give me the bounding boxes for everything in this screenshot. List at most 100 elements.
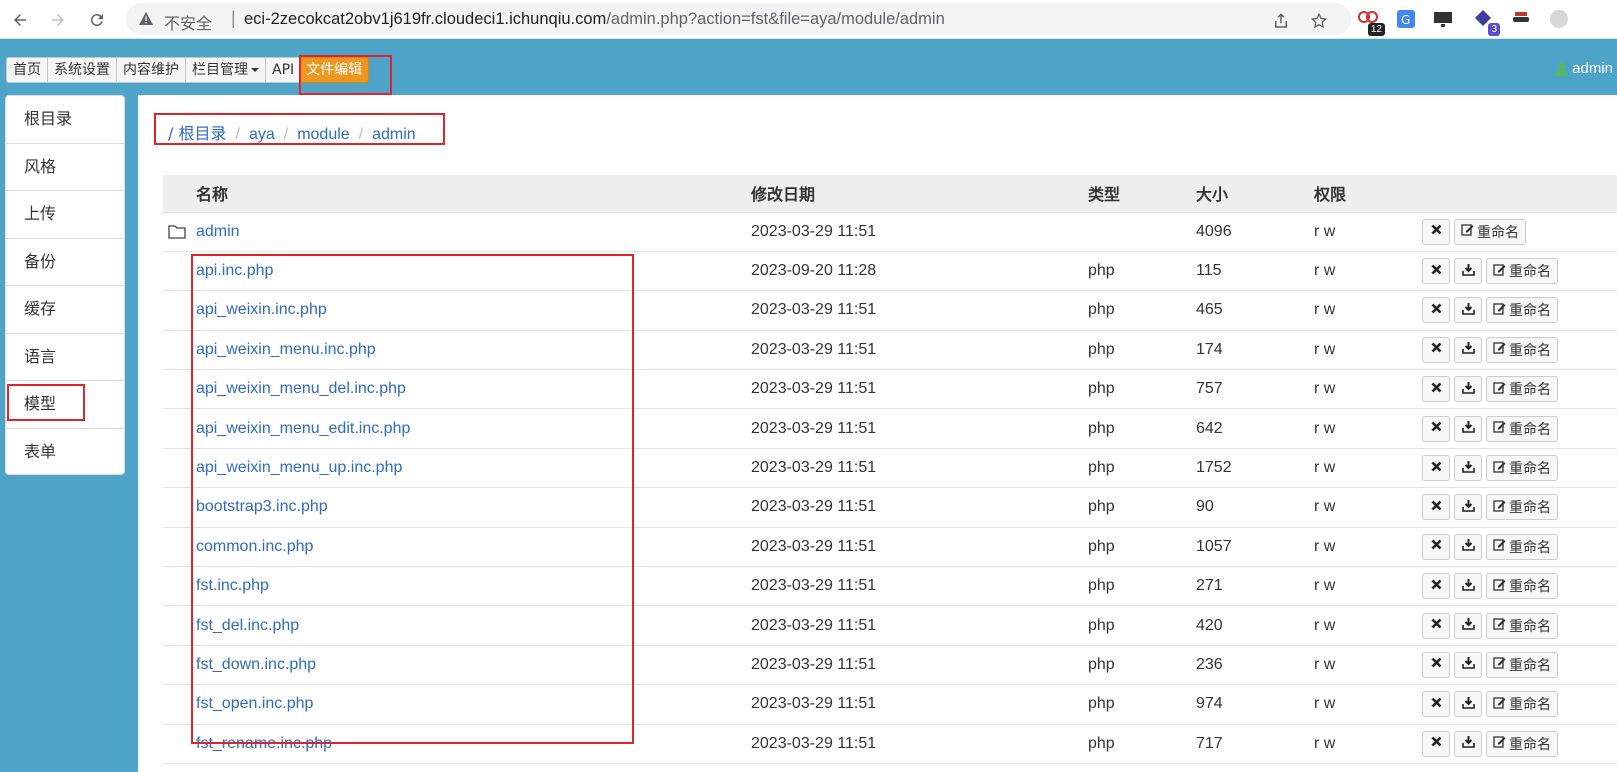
rename-button[interactable]: 重命名 (1486, 730, 1558, 757)
extension-badge: 3 (1488, 23, 1500, 36)
delete-button[interactable] (1422, 376, 1450, 403)
file-actions: 重命名 (1422, 605, 1617, 646)
delete-button[interactable] (1422, 533, 1450, 560)
file-type: php (1088, 527, 1196, 568)
translate-icon[interactable]: G (1395, 8, 1417, 30)
file-name-link[interactable]: admin (196, 223, 240, 240)
breadcrumb-item[interactable]: admin (372, 126, 416, 144)
rename-button[interactable]: 重命名 (1486, 297, 1558, 324)
download-button[interactable] (1454, 297, 1482, 324)
download-button[interactable] (1454, 533, 1482, 560)
download-button[interactable] (1454, 258, 1482, 285)
delete-button[interactable] (1422, 573, 1450, 600)
download-icon (1461, 341, 1475, 358)
address-bar[interactable]: 不安全 | eci-2zecokcat2obv1j619fr.cloudeci1… (126, 3, 1351, 35)
user-menu[interactable]: admin (1555, 60, 1613, 77)
download-button[interactable] (1454, 730, 1482, 757)
file-name-link[interactable]: common.inc.php (196, 538, 313, 555)
reload-icon[interactable] (85, 8, 109, 32)
delete-button[interactable] (1422, 297, 1450, 324)
rename-label: 重命名 (1509, 421, 1551, 438)
file-date: 2023-03-29 11:51 (751, 330, 1088, 371)
action-group: 重命名 (1422, 415, 1617, 442)
share-icon[interactable] (1272, 12, 1290, 30)
delete-button[interactable] (1422, 651, 1450, 678)
file-name-link[interactable]: fst_del.inc.php (196, 617, 299, 634)
delete-button[interactable] (1422, 494, 1450, 521)
file-name-link[interactable]: api_weixin.inc.php (196, 301, 327, 318)
back-arrow-icon[interactable] (8, 8, 32, 32)
download-button[interactable] (1454, 573, 1482, 600)
download-button[interactable] (1454, 415, 1482, 442)
breadcrumb-item[interactable]: aya (249, 126, 275, 144)
header-size: 大小 (1196, 175, 1314, 213)
file-name-link[interactable]: fst_down.inc.php (196, 656, 316, 673)
file-name-link[interactable]: api_weixin_menu_del.inc.php (196, 380, 406, 397)
file-name-link[interactable]: fst.inc.php (196, 577, 269, 594)
incognito-icon[interactable] (1510, 8, 1532, 30)
rename-button[interactable]: 重命名 (1486, 691, 1558, 718)
rename-button[interactable]: 重命名 (1486, 376, 1558, 403)
file-name-link[interactable]: fst_rename.inc.php (196, 735, 332, 752)
bookmark-star-icon[interactable] (1310, 12, 1328, 30)
download-button[interactable] (1454, 455, 1482, 482)
download-icon (1461, 499, 1475, 516)
rename-button[interactable]: 重命名 (1486, 612, 1558, 639)
file-name-link[interactable]: api.inc.php (196, 262, 273, 279)
rename-button[interactable]: 重命名 (1486, 258, 1558, 285)
sidebar-item-root[interactable]: 根目录 (6, 96, 124, 144)
sidebar-item-form[interactable]: 表单 (6, 429, 124, 477)
rename-button[interactable]: 重命名 (1486, 573, 1558, 600)
sidebar-item-cache[interactable]: 缓存 (6, 286, 124, 334)
rename-button[interactable]: 重命名 (1486, 415, 1558, 442)
delete-button[interactable] (1422, 258, 1450, 285)
rename-button[interactable]: 重命名 (1486, 336, 1558, 363)
monitor-icon[interactable] (1432, 8, 1454, 30)
row-icon-cell (163, 290, 196, 331)
sidebar-item-model[interactable]: 模型 (6, 381, 124, 429)
delete-button[interactable] (1422, 691, 1450, 718)
rename-button[interactable]: 重命名 (1486, 651, 1558, 678)
rename-button[interactable]: 重命名 (1486, 533, 1558, 560)
file-size: 1057 (1196, 527, 1314, 568)
breadcrumb-root[interactable]: / 根目录 (168, 120, 226, 144)
extension-purple-icon[interactable]: 3 (1472, 8, 1500, 36)
nav-content-maintenance[interactable]: 内容维护 (117, 57, 186, 83)
delete-button[interactable] (1422, 455, 1450, 482)
nav-home[interactable]: 首页 (6, 57, 48, 83)
nav-file-edit[interactable]: 文件编辑 (300, 57, 370, 83)
nav-column-management[interactable]: 栏目管理 (186, 57, 266, 83)
delete-button[interactable] (1422, 415, 1450, 442)
table-row: bootstrap3.inc.php 2023-03-29 11:51 php … (163, 487, 1617, 528)
download-button[interactable] (1454, 336, 1482, 363)
download-button[interactable] (1454, 651, 1482, 678)
download-button[interactable] (1454, 612, 1482, 639)
file-type: php (1088, 251, 1196, 292)
file-name-link[interactable]: api_weixin_menu.inc.php (196, 341, 376, 358)
delete-button[interactable] (1422, 612, 1450, 639)
sidebar-item-backup[interactable]: 备份 (6, 239, 124, 286)
file-name-link[interactable]: api_weixin_menu_edit.inc.php (196, 420, 410, 437)
download-button[interactable] (1454, 376, 1482, 403)
rename-button[interactable]: 重命名 (1454, 218, 1526, 245)
sidebar-item-upload[interactable]: 上传 (6, 191, 124, 239)
download-button[interactable] (1454, 691, 1482, 718)
file-name-link[interactable]: bootstrap3.inc.php (196, 498, 328, 515)
file-name-link[interactable]: fst_open.inc.php (196, 695, 313, 712)
rename-label: 重命名 (1509, 264, 1551, 281)
nav-system-settings[interactable]: 系统设置 (48, 57, 117, 83)
nav-api[interactable]: API (266, 57, 301, 83)
download-button[interactable] (1454, 494, 1482, 521)
extension-icon[interactable]: 12 (1357, 8, 1385, 36)
sidebar-item-style[interactable]: 风格 (6, 144, 124, 191)
breadcrumb-item[interactable]: module (297, 126, 349, 144)
profile-icon[interactable] (1548, 8, 1570, 30)
rename-button[interactable]: 重命名 (1486, 455, 1558, 482)
delete-button[interactable] (1422, 730, 1450, 757)
delete-button[interactable] (1422, 336, 1450, 363)
file-name-link[interactable]: api_weixin_menu_up.inc.php (196, 459, 402, 476)
delete-button[interactable] (1422, 218, 1450, 245)
sidebar-item-language[interactable]: 语言 (6, 334, 124, 381)
rename-button[interactable]: 重命名 (1486, 494, 1558, 521)
forward-arrow-icon[interactable] (46, 8, 70, 32)
